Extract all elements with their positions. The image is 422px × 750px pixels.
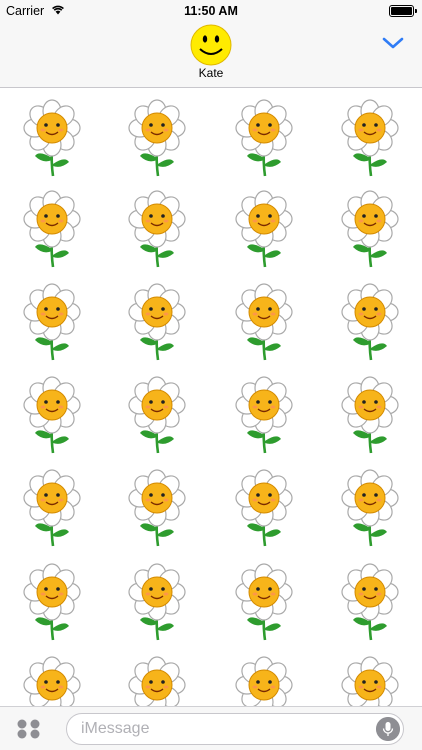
sticker-daisy-thinking[interactable] <box>15 98 89 178</box>
daisy-sticker-icon <box>235 563 293 641</box>
microphone-icon[interactable] <box>376 717 400 741</box>
sticker-daisy-blush[interactable] <box>15 655 89 708</box>
daisy-sticker-icon <box>23 99 81 177</box>
conversation-header: Kate <box>0 22 422 88</box>
sticker-daisy-sunglasses-gift[interactable] <box>227 98 301 178</box>
sticker-daisy-running[interactable] <box>333 282 407 362</box>
sticker-daisy-angry[interactable] <box>15 282 89 362</box>
smiley-face-icon[interactable] <box>190 24 232 66</box>
daisy-sticker-icon <box>128 656 186 708</box>
sticker-grid <box>0 90 422 708</box>
sticker-daisy-mess[interactable] <box>227 562 301 642</box>
daisy-sticker-icon <box>128 190 186 268</box>
sticker-daisy-dizzy[interactable] <box>333 375 407 455</box>
sticker-daisy-laughing[interactable] <box>120 468 194 548</box>
sticker-daisy-lipstick[interactable] <box>333 468 407 548</box>
message-field[interactable] <box>66 713 404 745</box>
daisy-sticker-icon <box>23 563 81 641</box>
daisy-sticker-icon <box>23 469 81 547</box>
daisy-sticker-icon <box>341 99 399 177</box>
daisy-sticker-icon <box>341 190 399 268</box>
daisy-sticker-icon <box>128 469 186 547</box>
battery-icon <box>389 5 417 17</box>
sticker-daisy-smile[interactable] <box>120 562 194 642</box>
daisy-sticker-icon <box>235 99 293 177</box>
sticker-daisy-grin[interactable] <box>227 655 301 708</box>
daisy-sticker-icon <box>341 656 399 708</box>
daisy-sticker-icon <box>128 563 186 641</box>
sticker-daisy-devil[interactable] <box>15 189 89 269</box>
daisy-sticker-icon <box>235 469 293 547</box>
sticker-daisy-bath[interactable] <box>120 189 194 269</box>
daisy-sticker-icon <box>235 376 293 454</box>
chevron-down-icon[interactable] <box>382 36 404 50</box>
sticker-daisy-tongue-out[interactable] <box>120 375 194 455</box>
message-input[interactable] <box>81 714 361 744</box>
daisy-sticker-icon <box>23 190 81 268</box>
status-time: 11:50 AM <box>184 4 238 18</box>
sticker-daisy-sleepy[interactable] <box>120 655 194 708</box>
daisy-sticker-icon <box>128 376 186 454</box>
sticker-daisy-in-love[interactable] <box>15 468 89 548</box>
sticker-daisy-ice-cream[interactable] <box>333 655 407 708</box>
sticker-daisy-winking[interactable] <box>227 189 301 269</box>
sticker-daisy-crying-laugh[interactable] <box>227 468 301 548</box>
daisy-sticker-icon <box>23 283 81 361</box>
sticker-daisy-shocked[interactable] <box>227 375 301 455</box>
daisy-sticker-icon <box>341 469 399 547</box>
sticker-daisy-red-petals[interactable] <box>120 98 194 178</box>
sticker-daisy-music[interactable] <box>15 562 89 642</box>
sticker-daisy-happy[interactable] <box>227 282 301 362</box>
status-bar: Carrier 11:50 AM <box>0 0 422 22</box>
daisy-sticker-icon <box>23 656 81 708</box>
app-drawer-icon[interactable] <box>16 718 42 740</box>
sticker-daisy-grumpy[interactable] <box>333 562 407 642</box>
daisy-sticker-icon <box>128 99 186 177</box>
daisy-sticker-icon <box>235 190 293 268</box>
sticker-daisy-party-cake[interactable] <box>333 189 407 269</box>
daisy-sticker-icon <box>235 656 293 708</box>
sticker-daisy-whistling[interactable] <box>333 98 407 178</box>
sticker-daisy-kissing[interactable] <box>120 282 194 362</box>
daisy-sticker-icon <box>23 376 81 454</box>
input-bar <box>0 706 422 750</box>
contact-name[interactable]: Kate <box>0 66 422 80</box>
daisy-sticker-icon <box>341 283 399 361</box>
daisy-sticker-icon <box>341 376 399 454</box>
daisy-sticker-icon <box>341 563 399 641</box>
daisy-sticker-icon <box>235 283 293 361</box>
daisy-sticker-icon <box>128 283 186 361</box>
sticker-daisy-thinking-dots[interactable] <box>15 375 89 455</box>
